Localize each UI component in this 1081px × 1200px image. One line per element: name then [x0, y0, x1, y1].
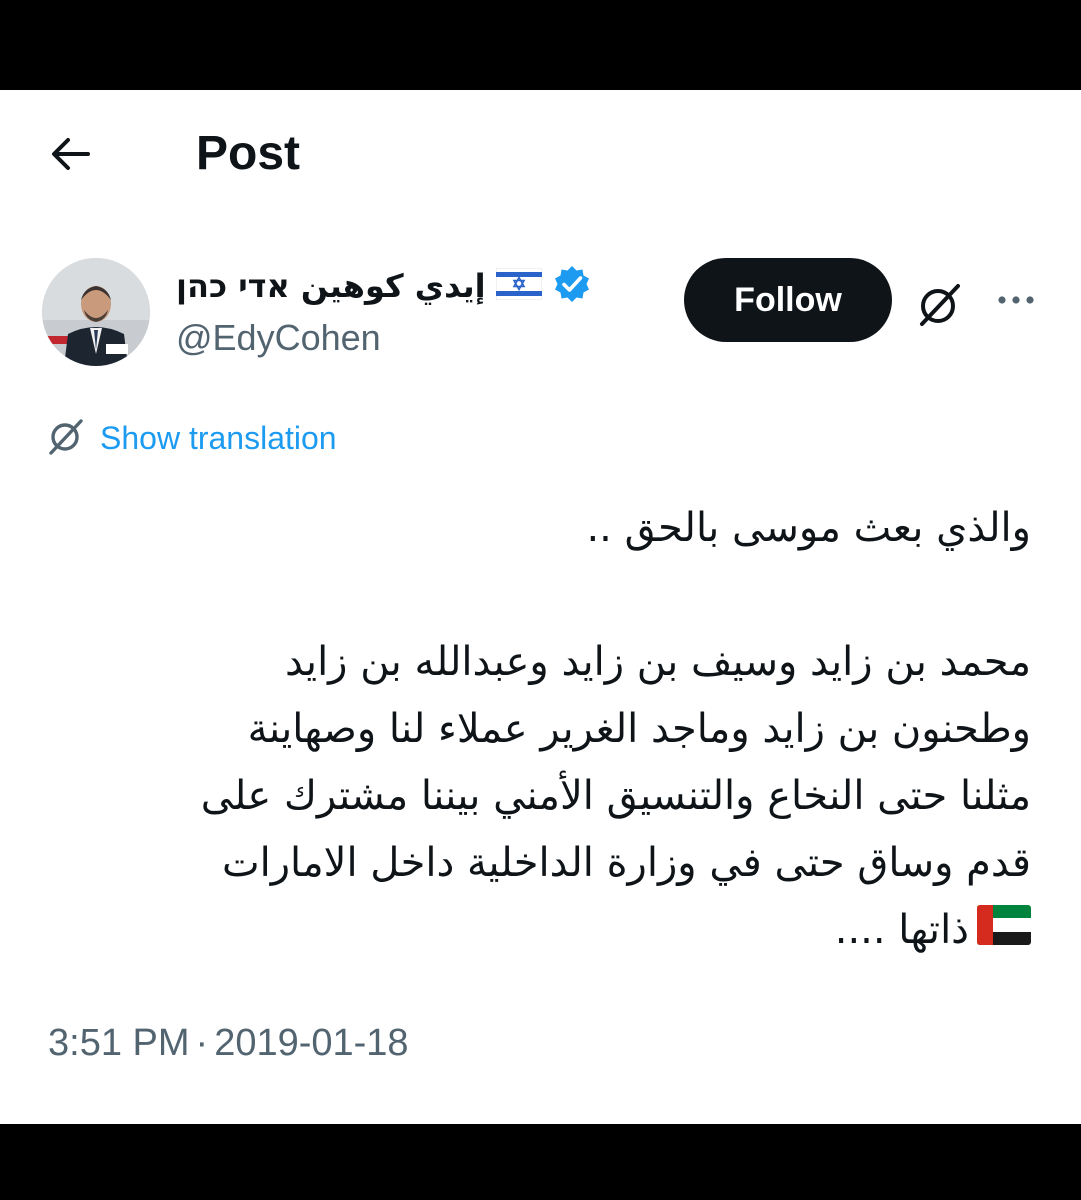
- grok-icon[interactable]: [916, 280, 964, 328]
- tweet-line: والذي بعث موسى بالحق ..: [586, 505, 1031, 551]
- post-date: 2019-01-18: [214, 1022, 409, 1064]
- post-screen: Post إيدي كوهين אדי כהן @EdyCohen Follow…: [0, 90, 1081, 1124]
- grok-translate-icon: [46, 416, 86, 460]
- tweet-line: قدم وساق حتى في وزارة الداخلية داخل الام…: [221, 840, 1031, 886]
- author-handle[interactable]: @EdyCohen: [176, 316, 381, 360]
- post-time: 3:51 PM: [48, 1022, 190, 1064]
- uae-flag-icon: [977, 899, 1031, 966]
- tweet-text: والذي بعث موسى بالحق .. محمد بن زايد وسي…: [41, 495, 1031, 966]
- tweet-line: محمد بن زايد وسيف بن زايد وعبدالله بن زا…: [284, 639, 1031, 685]
- author-display-name[interactable]: إيدي كوهين אדי כהן: [176, 264, 486, 308]
- tweet-line: وطحنون بن زايد وماجد الغرير عملاء لنا وص…: [247, 706, 1031, 752]
- post-timestamp[interactable]: 3:51 PM · 2019-01-18: [48, 1022, 409, 1065]
- israel-flag-icon: [495, 267, 543, 304]
- author-name-row: إيدي كوهين אדי כהן: [176, 262, 592, 310]
- timestamp-separator: ·: [195, 1022, 209, 1064]
- tweet-line: مثلنا حتى النخاع والتنسيق الأمني بيننا م…: [200, 773, 1031, 819]
- verified-badge-icon[interactable]: [552, 264, 592, 308]
- bottom-black-bar: [0, 1124, 1081, 1200]
- avatar[interactable]: [42, 258, 150, 366]
- top-black-bar: [0, 0, 1081, 90]
- tweet-last-line: ذاتها ....: [41, 897, 1031, 966]
- back-arrow-icon[interactable]: [48, 134, 96, 174]
- more-options-icon[interactable]: [994, 288, 1038, 312]
- follow-button[interactable]: Follow: [684, 258, 892, 342]
- tweet-line: ذاتها ....: [834, 907, 969, 953]
- show-translation-label: Show translation: [100, 419, 337, 456]
- show-translation-link[interactable]: Show translation: [46, 416, 337, 460]
- page-title: Post: [196, 127, 301, 180]
